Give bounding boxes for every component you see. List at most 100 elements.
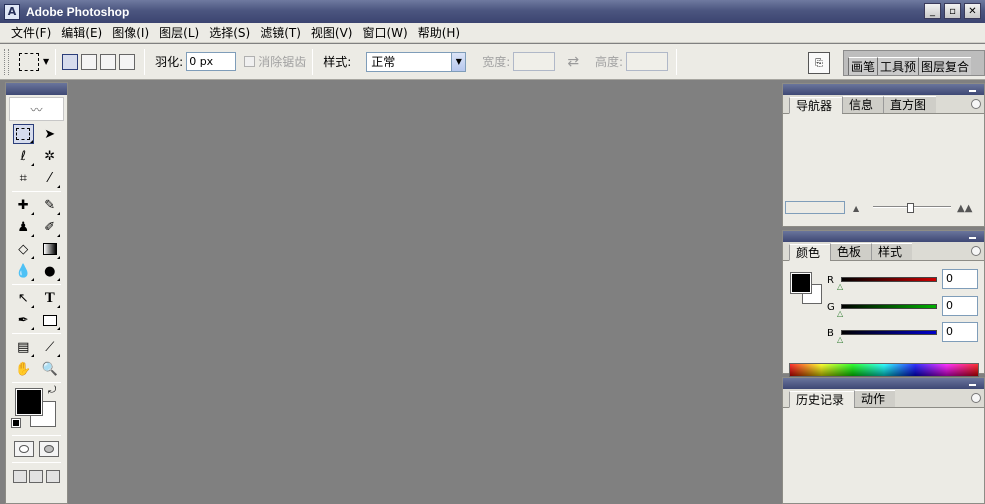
dodge-tool[interactable]: ●: [39, 261, 61, 281]
add-selection-button[interactable]: [81, 53, 98, 70]
antialias-checkbox[interactable]: [244, 56, 256, 67]
divider: [12, 284, 61, 285]
tab-actions[interactable]: 动作: [854, 390, 896, 407]
panel-menu-icon[interactable]: [971, 393, 981, 403]
green-input[interactable]: 0: [942, 296, 978, 316]
healing-brush-tool[interactable]: ✚: [13, 195, 34, 215]
feather-input[interactable]: 0 px: [186, 52, 237, 71]
default-colors-icon[interactable]: [11, 418, 21, 428]
divider: [12, 191, 61, 192]
full-screen-menu-mode-button[interactable]: [29, 469, 44, 483]
panel-header[interactable]: [783, 378, 984, 389]
eraser-tool[interactable]: ◇: [13, 239, 34, 259]
tab-styles[interactable]: 样式: [871, 243, 913, 260]
pen-tool[interactable]: ✒: [13, 310, 34, 330]
gradient-tool[interactable]: [39, 239, 61, 259]
intersect-selection-button[interactable]: [119, 53, 136, 70]
menu-select[interactable]: 选择(S): [204, 24, 255, 42]
well-tab-tool-presets[interactable]: 工具预: [877, 57, 919, 75]
slice-tool[interactable]: ⁄: [39, 168, 61, 188]
gradient-icon: [42, 243, 57, 255]
standard-screen-mode-button[interactable]: [13, 469, 28, 483]
move-icon: ➤: [44, 126, 56, 142]
notes-tool[interactable]: ▤: [13, 337, 34, 357]
well-tab-layer-comps[interactable]: 图层复合: [918, 57, 972, 75]
crop-tool[interactable]: ⌗: [13, 168, 34, 188]
panel-menu-icon[interactable]: [971, 246, 981, 256]
menu-edit[interactable]: 编辑(E): [56, 24, 107, 42]
tab-navigator[interactable]: 导航器: [789, 97, 843, 114]
tab-swatches[interactable]: 色板: [830, 243, 872, 260]
full-screen-mode-button[interactable]: [45, 469, 60, 483]
eyedropper-tool[interactable]: ⟋: [39, 337, 61, 357]
menu-view[interactable]: 视图(V): [306, 24, 358, 42]
magic-wand-tool[interactable]: ✲: [39, 146, 60, 166]
minimize-icon[interactable]: [969, 90, 976, 92]
file-browser-icon[interactable]: ⎘: [808, 52, 830, 74]
subtract-selection-button[interactable]: [100, 53, 117, 70]
menu-filter[interactable]: 滤镜(T): [255, 24, 306, 42]
zoom-out-icon[interactable]: ▲: [853, 204, 859, 213]
standard-mode-button[interactable]: [14, 441, 35, 457]
clone-stamp-tool[interactable]: ♟: [13, 217, 34, 237]
red-slider[interactable]: [841, 277, 937, 282]
panel-header[interactable]: [783, 231, 984, 242]
zoom-slider-thumb[interactable]: [907, 203, 914, 213]
minimize-icon[interactable]: [969, 384, 976, 386]
type-tool[interactable]: T: [39, 288, 61, 308]
menu-file[interactable]: 文件(F): [6, 24, 56, 42]
quick-mask-button[interactable]: [38, 441, 59, 457]
width-input[interactable]: [513, 52, 556, 71]
restore-button[interactable]: ▫: [944, 3, 961, 19]
new-selection-button[interactable]: [62, 53, 79, 70]
foreground-color-swatch[interactable]: [15, 388, 43, 416]
lasso-tool[interactable]: ℓ: [13, 146, 34, 166]
menu-image[interactable]: 图像(I): [107, 24, 154, 42]
swap-colors-icon[interactable]: ⤾: [48, 385, 56, 396]
tab-color[interactable]: 颜色: [789, 244, 831, 261]
zoom-field[interactable]: [785, 201, 845, 214]
zoom-tool[interactable]: 🔍: [39, 359, 60, 379]
blue-slider-thumb[interactable]: △: [837, 335, 843, 344]
path-select-tool[interactable]: ↖: [13, 288, 34, 308]
chevron-down-icon[interactable]: ▼: [451, 52, 466, 71]
photoshop-icon[interactable]: A: [4, 3, 20, 20]
minimize-icon[interactable]: [969, 237, 976, 239]
minimize-button[interactable]: _: [924, 3, 941, 19]
close-button[interactable]: ✕: [964, 3, 981, 19]
foreground-color-swatch[interactable]: [790, 272, 812, 294]
marquee-icon[interactable]: [19, 52, 39, 71]
swap-dimensions-icon[interactable]: ⇄: [567, 54, 579, 70]
tab-info[interactable]: 信息: [842, 96, 884, 113]
feather-icon[interactable]: 〰: [9, 97, 64, 121]
history-brush-tool[interactable]: ✐: [39, 217, 61, 237]
divider: [676, 48, 678, 75]
move-tool[interactable]: ➤: [39, 124, 60, 144]
well-tab-brushes[interactable]: 画笔: [848, 57, 878, 75]
menu-window[interactable]: 窗口(W): [357, 24, 412, 42]
color-spectrum[interactable]: [789, 363, 979, 377]
brush-tool[interactable]: ✎: [39, 195, 61, 215]
blur-tool[interactable]: 💧: [13, 261, 34, 281]
shape-tool[interactable]: [39, 310, 61, 330]
height-input[interactable]: [626, 52, 669, 71]
tool-preset-dropdown[interactable]: ▼: [43, 57, 49, 66]
panel-header[interactable]: [783, 84, 984, 95]
tab-history[interactable]: 历史记录: [789, 391, 855, 408]
menu-help[interactable]: 帮助(H): [413, 24, 465, 42]
marquee-tool[interactable]: [12, 124, 34, 144]
red-input[interactable]: 0: [942, 269, 978, 289]
style-select[interactable]: 正常 ▼: [366, 51, 467, 72]
menu-layer[interactable]: 图层(L): [154, 24, 204, 42]
green-slider[interactable]: [841, 304, 937, 309]
tab-histogram[interactable]: 直方图: [883, 96, 937, 113]
green-slider-thumb[interactable]: △: [837, 309, 843, 318]
blue-input[interactable]: 0: [942, 322, 978, 342]
toolbox-header[interactable]: [6, 83, 67, 95]
hand-tool[interactable]: ✋: [13, 359, 34, 379]
zoom-in-icon[interactable]: ▲▲: [957, 203, 972, 214]
blue-slider[interactable]: [841, 330, 937, 335]
options-grip[interactable]: [4, 48, 9, 75]
panel-menu-icon[interactable]: [971, 99, 981, 109]
red-slider-thumb[interactable]: △: [837, 282, 843, 291]
